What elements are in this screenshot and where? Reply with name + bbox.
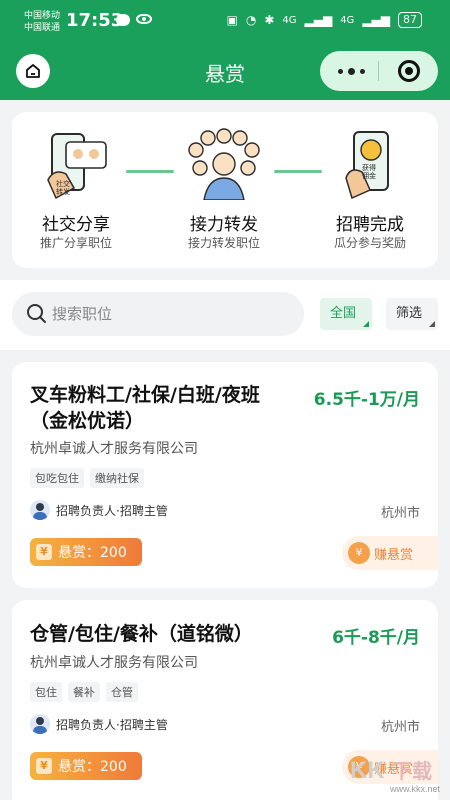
step-3-subtitle: 瓜分参与奖励 — [333, 236, 406, 250]
coin-icon: ¥ — [36, 544, 52, 560]
step-3-title: 招聘完成 — [336, 215, 404, 235]
signal-bars-icon: ▂▄▆ — [304, 13, 333, 27]
nfc-icon: ▣ — [226, 13, 238, 27]
svg-text:转发: 转发 — [56, 187, 70, 196]
bluetooth-icon: ✱ — [264, 13, 275, 27]
close-target-icon[interactable] — [398, 60, 420, 82]
step-3-badge: 获得 — [362, 163, 376, 172]
company-name: 杭州卓诚人才服务有限公司 — [30, 655, 198, 671]
step-1-title: 社交分享 — [42, 215, 110, 235]
signal-1: 4G — [282, 14, 297, 26]
job-title: 仓管/包住/餐补（道铭微） — [30, 621, 253, 647]
coin-icon: ¥ — [36, 758, 52, 774]
job-tag: 餐补 — [68, 682, 100, 702]
mute-icon: ◔ — [245, 13, 257, 27]
reward-steps-card: 社交 转发 社交分享 推广分享职位 接力转发 接力转发职位 获得 佣金 招聘完成… — [12, 112, 438, 268]
status-bar: 中国移动 中国联通 17:53 ▣ ◔ ✱ 4G ▂▄▆ 4G ▂▄▆ 87 — [0, 8, 450, 36]
signal-bars-icon-2: ▂▄▆ — [362, 13, 390, 27]
search-input[interactable] — [52, 292, 292, 336]
job-city: 杭州市 — [380, 720, 420, 735]
more-dots-icon[interactable] — [338, 68, 365, 75]
app-header: 中国移动 中国联通 17:53 ▣ ◔ ✱ 4G ▂▄▆ 4G ▂▄▆ 87 悬… — [0, 0, 450, 100]
job-tag: 缴纳社保 — [90, 468, 144, 488]
avatar — [30, 500, 50, 520]
job-tag: 包住 — [30, 682, 62, 702]
job-title-line-1: 叉车粉料工/社保/白班/夜班 — [30, 384, 260, 406]
carrier-1: 中国移动 — [24, 11, 61, 21]
wechat-icon — [116, 14, 130, 26]
eye-icon — [136, 14, 152, 24]
step-2-title: 接力转发 — [190, 215, 258, 235]
reward-amount: 悬赏：200 — [58, 759, 127, 775]
people-group-icon — [188, 128, 260, 200]
job-salary: 6.5千-1万/月 — [313, 390, 420, 410]
carrier-names: 中国移动 中国联通 — [24, 10, 60, 34]
search-icon — [27, 304, 46, 323]
phone-commission-icon: 获得 佣金 — [345, 131, 389, 200]
status-time: 17:53 — [66, 10, 124, 31]
status-right: ▣ ◔ ✱ 4G ▂▄▆ 4G ▂▄▆ 87 — [226, 12, 422, 28]
step-1-badge: 社交 — [56, 179, 70, 188]
phone-share-icon: 社交 转发 — [47, 133, 107, 200]
search-box[interactable] — [12, 292, 304, 336]
svg-text:佣金: 佣金 — [362, 171, 376, 180]
job-city: 杭州市 — [380, 506, 420, 521]
job-tags: 包吃包住 缴纳社保 — [30, 468, 144, 488]
svg-text:下载: 下载 — [392, 759, 432, 783]
region-filter-chip[interactable]: 全国 — [320, 298, 372, 330]
step-connector-1 — [126, 170, 174, 173]
company-name: 杭州卓诚人才服务有限公司 — [30, 441, 198, 457]
step-2-subtitle: 接力转发职位 — [187, 236, 260, 250]
step-connector-2 — [274, 170, 322, 173]
notification-icons — [116, 14, 152, 26]
reward-amount: 悬赏：200 — [58, 545, 127, 561]
battery-indicator: 87 — [398, 12, 422, 28]
capsule-divider — [378, 61, 379, 81]
carrier-2: 中国联通 — [24, 23, 61, 33]
job-title-line-1: 仓管/包住/餐补（道铭微） — [30, 623, 253, 645]
reward-badge: ¥ 悬赏：200 — [30, 538, 142, 566]
job-card-1[interactable]: 叉车粉料工/社保/白班/夜班 （金松优诺） 6.5千-1万/月 杭州卓诚人才服务… — [12, 362, 438, 588]
signal-2: 4G — [340, 14, 355, 26]
recruiter-info: 招聘负责人·招聘主管 — [30, 714, 168, 734]
watermark-url: www.kkx.net — [389, 784, 440, 794]
job-tag: 包吃包住 — [30, 468, 84, 488]
recruiter-role: 招聘负责人·招聘主管 — [56, 503, 168, 518]
site-watermark: KK 下载 www.kkx.net — [346, 754, 442, 794]
job-tag: 仓管 — [106, 682, 138, 702]
search-filter-bar: 全国 筛选 — [0, 280, 450, 350]
recruiter-role: 招聘负责人·招聘主管 — [56, 717, 168, 732]
job-tags: 包住 餐补 仓管 — [30, 682, 138, 702]
reward-badge: ¥ 悬赏：200 — [30, 752, 142, 780]
step-1-subtitle: 推广分享职位 — [39, 236, 112, 250]
recruiter-info: 招聘负责人·招聘主管 — [30, 500, 168, 520]
svg-text:KK: KK — [350, 757, 385, 784]
kkx-logo-icon: KK 下载 — [350, 757, 432, 784]
miniprogram-capsule — [320, 51, 438, 91]
filter-chip[interactable]: 筛选 — [386, 298, 438, 330]
earn-reward-label: 赚悬赏 — [374, 547, 414, 563]
avatar — [30, 714, 50, 734]
job-salary: 6千-8千/月 — [332, 628, 420, 648]
job-title: 叉车粉料工/社保/白班/夜班 （金松优诺） — [30, 382, 260, 434]
earn-reward-button[interactable]: ¥ 赚悬赏 — [342, 536, 438, 570]
job-title-line-2: （金松优诺） — [30, 410, 145, 432]
coin-icon: ¥ — [348, 542, 370, 564]
